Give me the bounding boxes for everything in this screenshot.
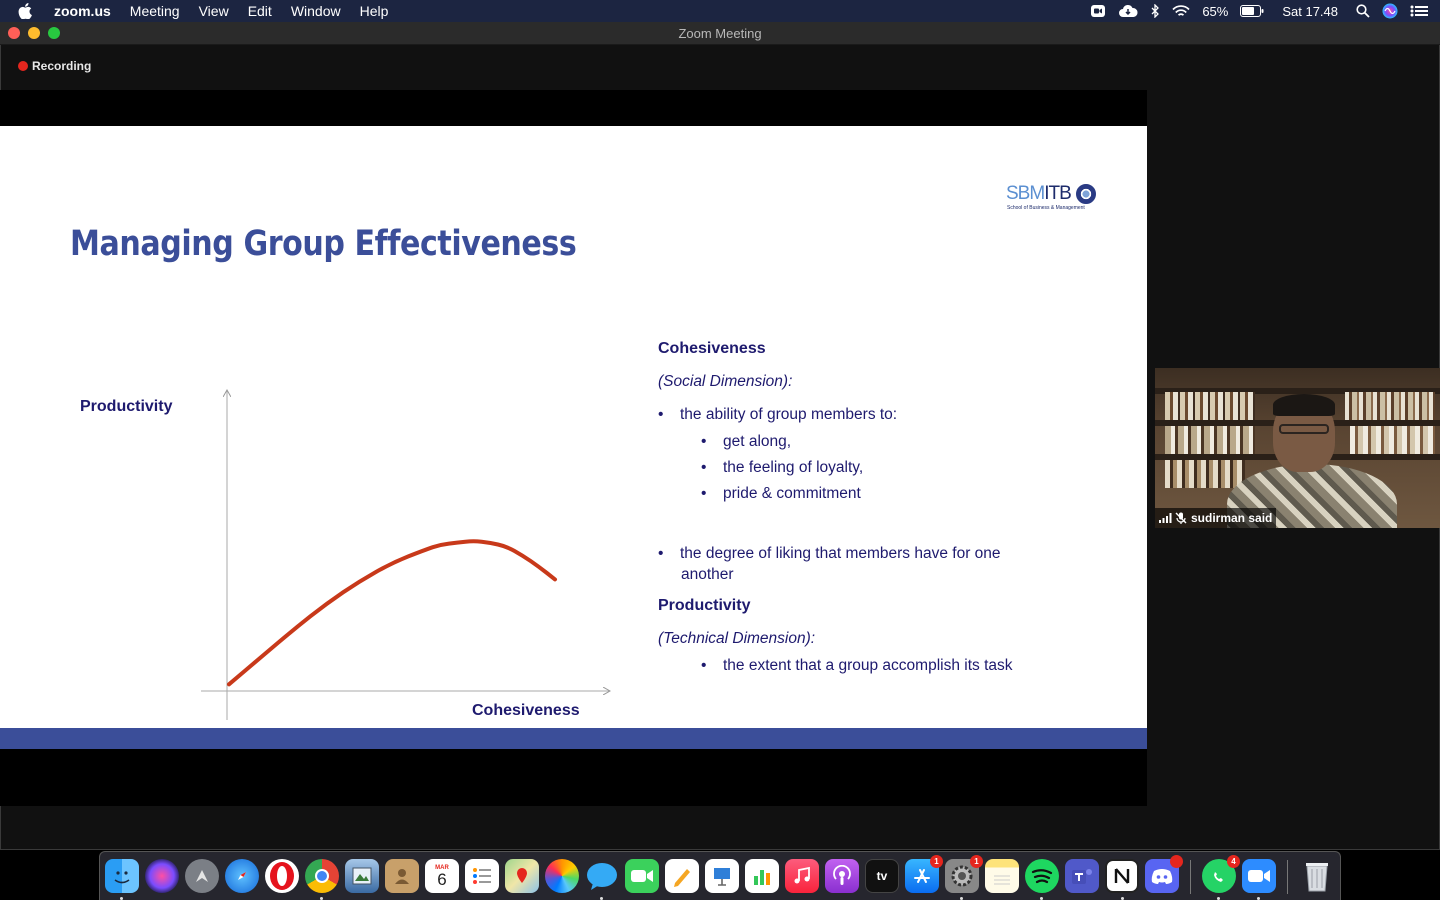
mic-muted-icon xyxy=(1175,512,1187,524)
launchpad-icon[interactable] xyxy=(185,859,219,893)
calendar-day: 6 xyxy=(437,869,447,889)
notes-icon[interactable] xyxy=(985,859,1019,893)
menu-edit[interactable]: Edit xyxy=(248,3,272,19)
bullet-pride: pride & commitment xyxy=(701,485,861,503)
teams-icon[interactable] xyxy=(1065,859,1099,893)
discord-badge xyxy=(1170,855,1183,868)
participant-video-tile[interactable]: sudirman said xyxy=(1155,368,1440,528)
system-preferences-badge: 1 xyxy=(970,855,983,868)
contacts-icon[interactable] xyxy=(385,859,419,893)
menu-bar: zoom.us Meeting View Edit Window Help 65… xyxy=(0,0,1440,22)
participant-glasses xyxy=(1279,424,1329,434)
logo-subtitle: School of Business & Management xyxy=(1007,205,1085,211)
whatsapp-icon[interactable]: 4 xyxy=(1202,855,1240,900)
signal-strength-icon xyxy=(1159,513,1172,523)
books-row xyxy=(1350,426,1435,454)
zoom-status-icon[interactable] xyxy=(1090,4,1106,18)
cohesiveness-heading: Cohesiveness xyxy=(658,340,766,357)
macos-dock: MAR 6 tv 1 1 4 xyxy=(99,851,1341,900)
dock-separator xyxy=(1190,860,1191,894)
technical-dimension-label: (Technical Dimension): xyxy=(658,630,816,647)
books-row xyxy=(1165,460,1245,488)
safari-icon[interactable] xyxy=(225,859,259,893)
cohesiveness-productivity-chart xyxy=(201,126,640,720)
chart-series-line xyxy=(227,539,557,687)
reminders-icon[interactable] xyxy=(465,859,499,893)
presentation-slide: SBMITB School of Business & Management M… xyxy=(0,126,1147,749)
app-store-badge: 1 xyxy=(930,855,943,868)
itb-seal-icon xyxy=(1076,184,1096,204)
recording-dot-icon xyxy=(18,61,28,71)
bullet-task: the extent that a group accomplish its t… xyxy=(701,657,1012,675)
notion-icon[interactable] xyxy=(1105,859,1139,900)
recording-label: Recording xyxy=(32,59,92,73)
apple-menu-icon[interactable] xyxy=(18,3,40,19)
chart-y-label: Productivity xyxy=(80,398,173,415)
participant-name-bar: sudirman said xyxy=(1155,508,1277,528)
finder-icon[interactable] xyxy=(105,859,139,900)
sbm-itb-logo: SBMITB School of Business & Management xyxy=(1006,183,1098,213)
app-store-icon[interactable]: 1 xyxy=(905,855,943,893)
menu-help[interactable]: Help xyxy=(360,3,389,19)
participant-hair xyxy=(1273,394,1335,416)
numbers-icon[interactable] xyxy=(745,859,779,893)
preview-icon[interactable] xyxy=(345,859,379,893)
siri-app-icon[interactable] xyxy=(145,859,179,893)
menu-view[interactable]: View xyxy=(199,3,229,19)
productivity-heading: Productivity xyxy=(658,597,751,614)
menu-clock[interactable]: Sat 17.48 xyxy=(1282,4,1338,19)
calendar-icon[interactable]: MAR 6 xyxy=(425,859,459,893)
window-title: Zoom Meeting xyxy=(678,26,762,41)
zoom-icon[interactable] xyxy=(1242,859,1276,900)
books-row xyxy=(1165,392,1255,420)
spotify-icon[interactable] xyxy=(1025,859,1059,900)
participant-name: sudirman said xyxy=(1191,511,1273,525)
facetime-icon[interactable] xyxy=(625,859,659,893)
whatsapp-badge: 4 xyxy=(1227,855,1240,868)
bullet-liking: the degree of liking that members have f… xyxy=(658,545,1000,563)
slide-footer-bar xyxy=(0,728,1147,749)
window-title-bar: Zoom Meeting xyxy=(0,22,1440,45)
maps-icon[interactable] xyxy=(505,859,539,893)
apple-tv-icon[interactable]: tv xyxy=(865,859,899,893)
bullet-ability: the ability of group members to: xyxy=(658,406,897,424)
menu-app-zoom[interactable]: zoom.us xyxy=(54,3,111,19)
bullet-loyalty: the feeling of loyalty, xyxy=(701,459,863,477)
battery-icon[interactable] xyxy=(1240,5,1264,17)
wifi-icon[interactable] xyxy=(1172,4,1190,18)
books-row xyxy=(1345,392,1435,420)
chart-x-label: Cohesiveness xyxy=(472,702,580,719)
podcasts-icon[interactable] xyxy=(825,859,859,893)
trash-icon[interactable] xyxy=(1300,859,1334,893)
bluetooth-icon[interactable] xyxy=(1150,4,1160,18)
control-center-icon[interactable] xyxy=(1410,5,1428,17)
recording-indicator[interactable]: Recording xyxy=(18,59,91,73)
system-preferences-icon[interactable]: 1 xyxy=(945,855,983,900)
pages-icon[interactable] xyxy=(665,859,699,893)
opera-icon[interactable] xyxy=(265,859,299,893)
photos-icon[interactable] xyxy=(545,859,579,893)
books-row xyxy=(1165,426,1255,454)
discord-icon[interactable] xyxy=(1145,855,1183,893)
dock-separator xyxy=(1287,860,1288,894)
menu-meeting[interactable]: Meeting xyxy=(130,3,180,19)
music-icon[interactable] xyxy=(785,859,819,893)
logo-wordmark: SBMITB xyxy=(1006,183,1072,205)
chrome-icon[interactable] xyxy=(305,859,339,900)
logo-itb: ITB xyxy=(1044,183,1072,204)
cloud-icon[interactable] xyxy=(1118,4,1138,18)
bullet-liking-continued: another xyxy=(681,566,734,583)
keynote-icon[interactable] xyxy=(705,859,739,893)
social-dimension-label: (Social Dimension): xyxy=(658,373,793,390)
menu-window[interactable]: Window xyxy=(291,3,341,19)
shared-screen[interactable]: SBMITB School of Business & Management M… xyxy=(0,90,1147,806)
siri-icon[interactable] xyxy=(1382,3,1398,19)
battery-percent: 65% xyxy=(1202,3,1229,19)
messages-icon[interactable] xyxy=(585,859,619,900)
spotlight-search-icon[interactable] xyxy=(1356,4,1370,18)
logo-sbm: SBM xyxy=(1006,183,1045,204)
bullet-get-along: get along, xyxy=(701,433,791,451)
tv-label: tv xyxy=(876,869,888,883)
